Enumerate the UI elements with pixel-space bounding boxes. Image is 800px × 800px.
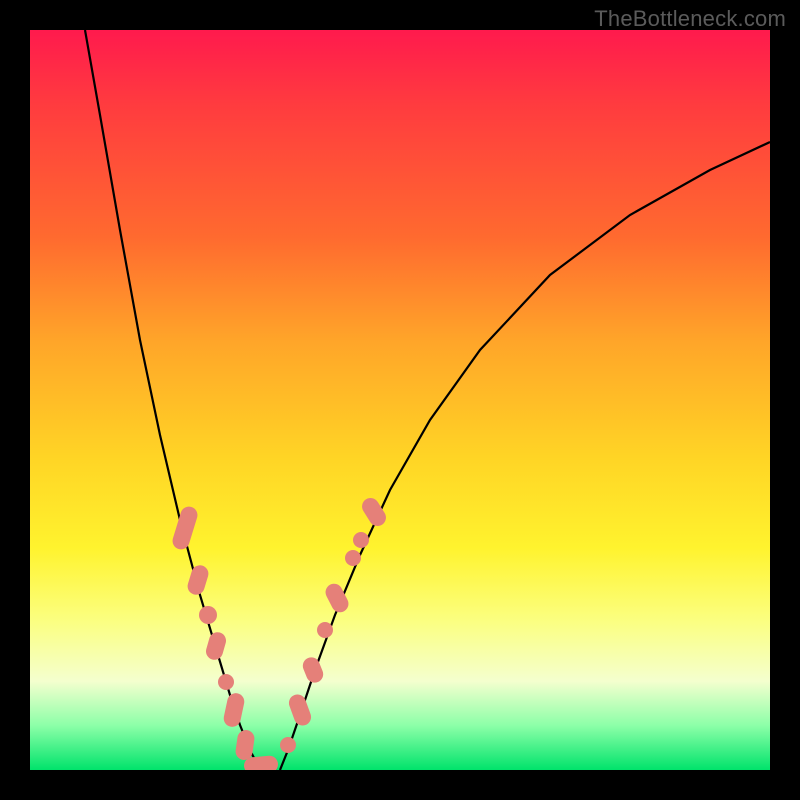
marker-pill xyxy=(287,692,314,728)
markers-group xyxy=(170,495,389,770)
marker-pill xyxy=(204,630,228,662)
curve-left-branch xyxy=(85,30,260,770)
marker-dot xyxy=(353,532,369,548)
marker-pill xyxy=(170,504,199,551)
marker-dot xyxy=(199,606,217,624)
marker-pill xyxy=(300,655,326,685)
chart-frame: TheBottleneck.com xyxy=(0,0,800,800)
marker-dot xyxy=(280,737,296,753)
plot-area xyxy=(30,30,770,770)
curves-group xyxy=(85,30,770,770)
chart-svg xyxy=(30,30,770,770)
marker-dot xyxy=(345,550,361,566)
marker-dot xyxy=(218,674,234,690)
watermark-text: TheBottleneck.com xyxy=(594,6,786,32)
marker-pill xyxy=(185,563,210,597)
marker-pill xyxy=(222,692,246,729)
marker-dot xyxy=(317,622,333,638)
curve-right-branch xyxy=(280,142,770,770)
